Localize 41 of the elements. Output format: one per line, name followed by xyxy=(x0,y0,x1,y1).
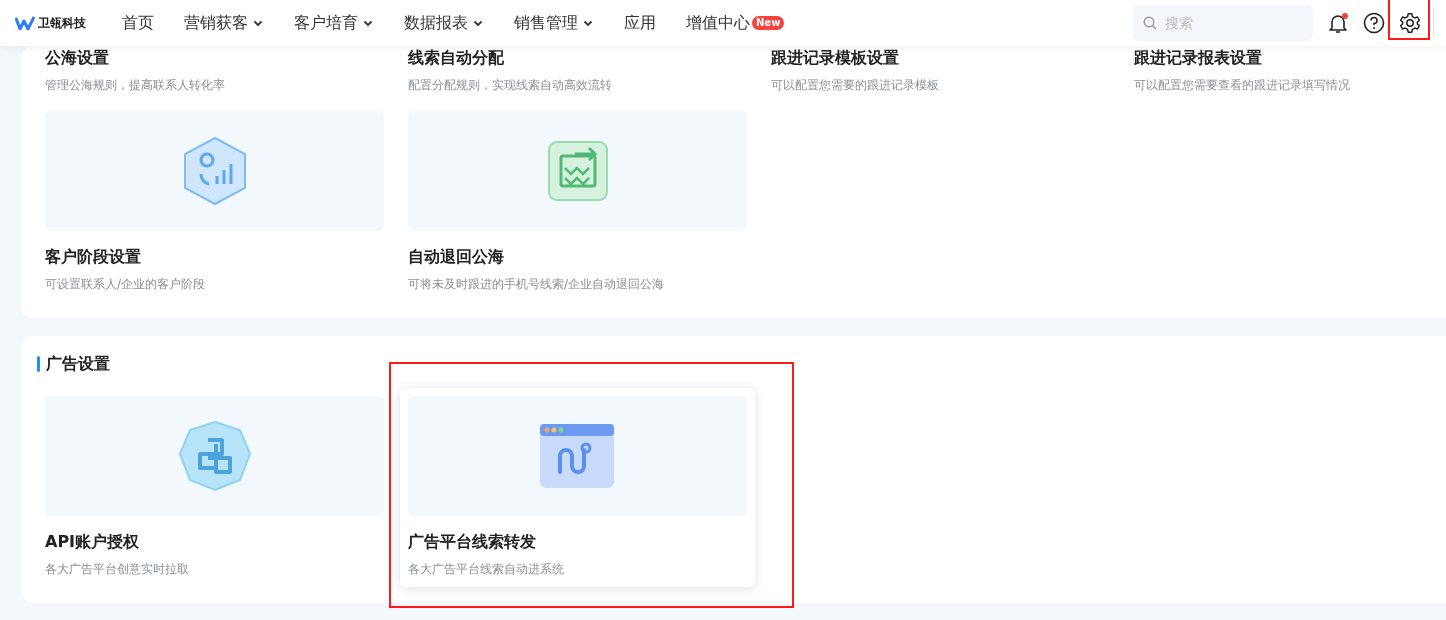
card-description: 各大广告平台创意实时拉取 xyxy=(45,561,190,578)
setting-card[interactable]: 广告平台线索转发 各大广告平台线索自动进系统 xyxy=(400,388,755,587)
bell-icon[interactable] xyxy=(1327,12,1349,34)
card-title: 跟进记录报表设置 xyxy=(1134,47,1263,69)
nav-menu-item[interactable]: 客户培育 xyxy=(294,11,374,35)
card-description: 可将未及时跟进的手机号线索/企业自动退回公海 xyxy=(408,276,666,293)
nav-menu-item[interactable]: 数据报表 xyxy=(404,11,484,35)
card-title: 广告平台线索转发 xyxy=(408,531,537,553)
nav-menu-item[interactable]: 应用 xyxy=(624,11,656,35)
nav-menu-item[interactable]: 销售管理 xyxy=(514,11,594,35)
setting-card[interactable]: 客户阶段设置 可设置联系人/企业的客户阶段 xyxy=(37,103,392,302)
card-title: 自动退回公海 xyxy=(408,246,505,268)
logo-icon xyxy=(15,16,35,30)
card-title: 线索自动分配 xyxy=(408,47,505,69)
card-description: 可以配置您需要查看的跟进记录填写情况 xyxy=(1134,77,1351,94)
help-icon[interactable] xyxy=(1363,12,1385,34)
card-description: 可设置联系人/企业的客户阶段 xyxy=(45,276,207,293)
card-title: 客户阶段设置 xyxy=(45,246,142,268)
card-description: 可以配置您需要的跟进记录模板 xyxy=(771,77,940,94)
settings-icon[interactable] xyxy=(1399,12,1421,34)
setting-card[interactable]: API账户授权 各大广告平台创意实时拉取 xyxy=(37,388,392,587)
person-chart-icon xyxy=(182,136,247,206)
search-icon xyxy=(1143,16,1157,30)
setting-card[interactable]: 跟进记录报表设置 可以配置您需要查看的跟进记录填写情况 xyxy=(1126,46,1446,103)
card-description: 管理公海规则，提高联系人转化率 xyxy=(45,77,226,94)
card-description: 各大广告平台线索自动进系统 xyxy=(408,561,565,578)
new-badge: New xyxy=(752,16,785,30)
setting-card[interactable]: 公海设置 管理公海规则，提高联系人转化率 xyxy=(37,46,392,103)
section-title: 广告设置 xyxy=(46,353,110,375)
card-description: 配置分配规则，实现线索自动高效流转 xyxy=(408,77,613,94)
nav-menu-item[interactable]: 增值中心 New xyxy=(686,11,785,35)
logo-text: 卫瓴科技 xyxy=(38,15,86,32)
setting-card[interactable]: 自动退回公海 可将未及时跟进的手机号线索/企业自动退回公海 xyxy=(400,103,755,302)
card-title: API账户授权 xyxy=(45,531,141,553)
setting-card[interactable]: 线索自动分配 配置分配规则，实现线索自动高效流转 xyxy=(400,46,755,103)
card-title: 公海设置 xyxy=(45,47,110,69)
card-title: 跟进记录模板设置 xyxy=(771,47,900,69)
nav-menu-item[interactable]: 营销获客 xyxy=(184,11,264,35)
search-field[interactable]: 搜索 xyxy=(1133,5,1313,41)
setting-card[interactable]: 跟进记录模板设置 可以配置您需要的跟进记录模板 xyxy=(763,46,1118,103)
nav-menu-item[interactable]: 首页 xyxy=(122,11,154,35)
